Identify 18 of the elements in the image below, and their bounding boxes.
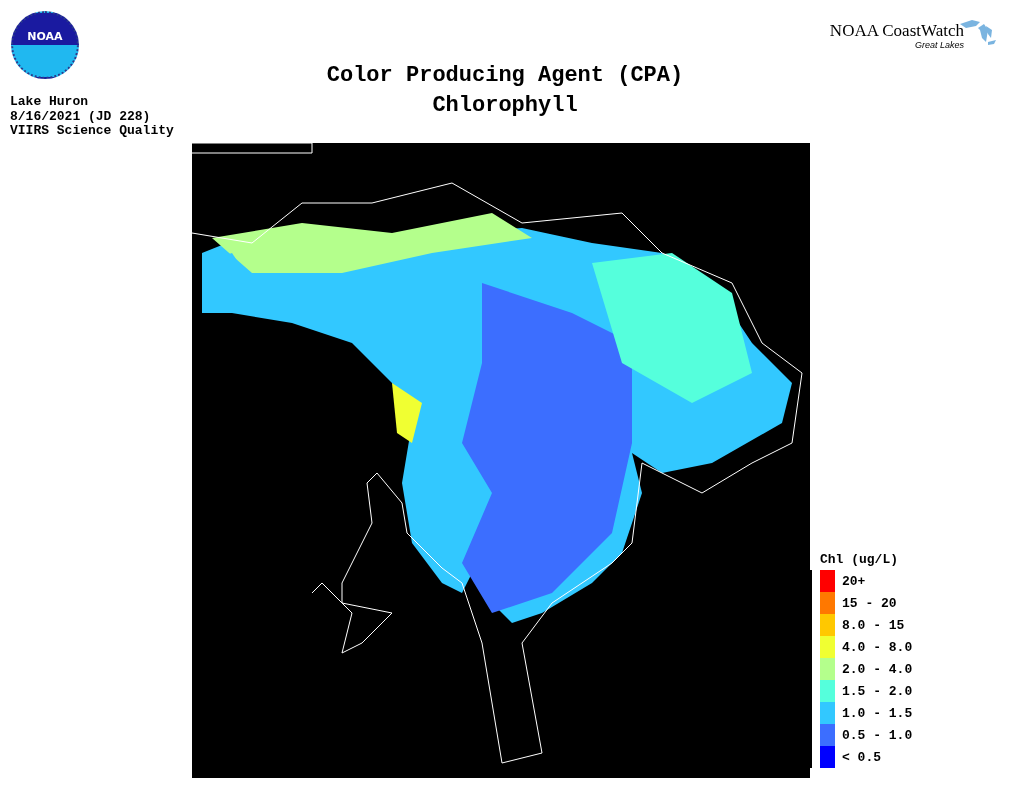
legend-label: 2.0 - 4.0 — [842, 661, 913, 677]
legend-label: 4.0 - 8.0 — [842, 639, 913, 655]
noaa-logo: NOAA — [11, 11, 79, 79]
legend-title: Chl (ug/L) — [820, 552, 899, 568]
brand-subtitle: Great Lakes — [914, 40, 964, 50]
legend-label: 1.5 - 2.0 — [842, 683, 913, 699]
map-title: Chlorophyll — [432, 92, 578, 120]
map-title: Color Producing Agent (CPA) — [326, 62, 684, 90]
map-info: VIIRS Science Quality — [10, 124, 175, 139]
legend-label: 15 - 20 — [842, 595, 897, 611]
legend-label: 1.0 - 1.5 — [842, 705, 913, 721]
legend-label: 0.5 - 1.0 — [842, 727, 913, 743]
legend-label: 8.0 - 15 — [842, 617, 905, 633]
brand-name: NOAA CoastWatch — [829, 22, 964, 40]
map-info: 8/16/2021 (JD 228) — [10, 109, 152, 124]
legend-label: < 0.5 — [842, 749, 881, 765]
map-info: Lake Huron — [10, 95, 89, 110]
legend-label: 20+ — [842, 573, 866, 589]
